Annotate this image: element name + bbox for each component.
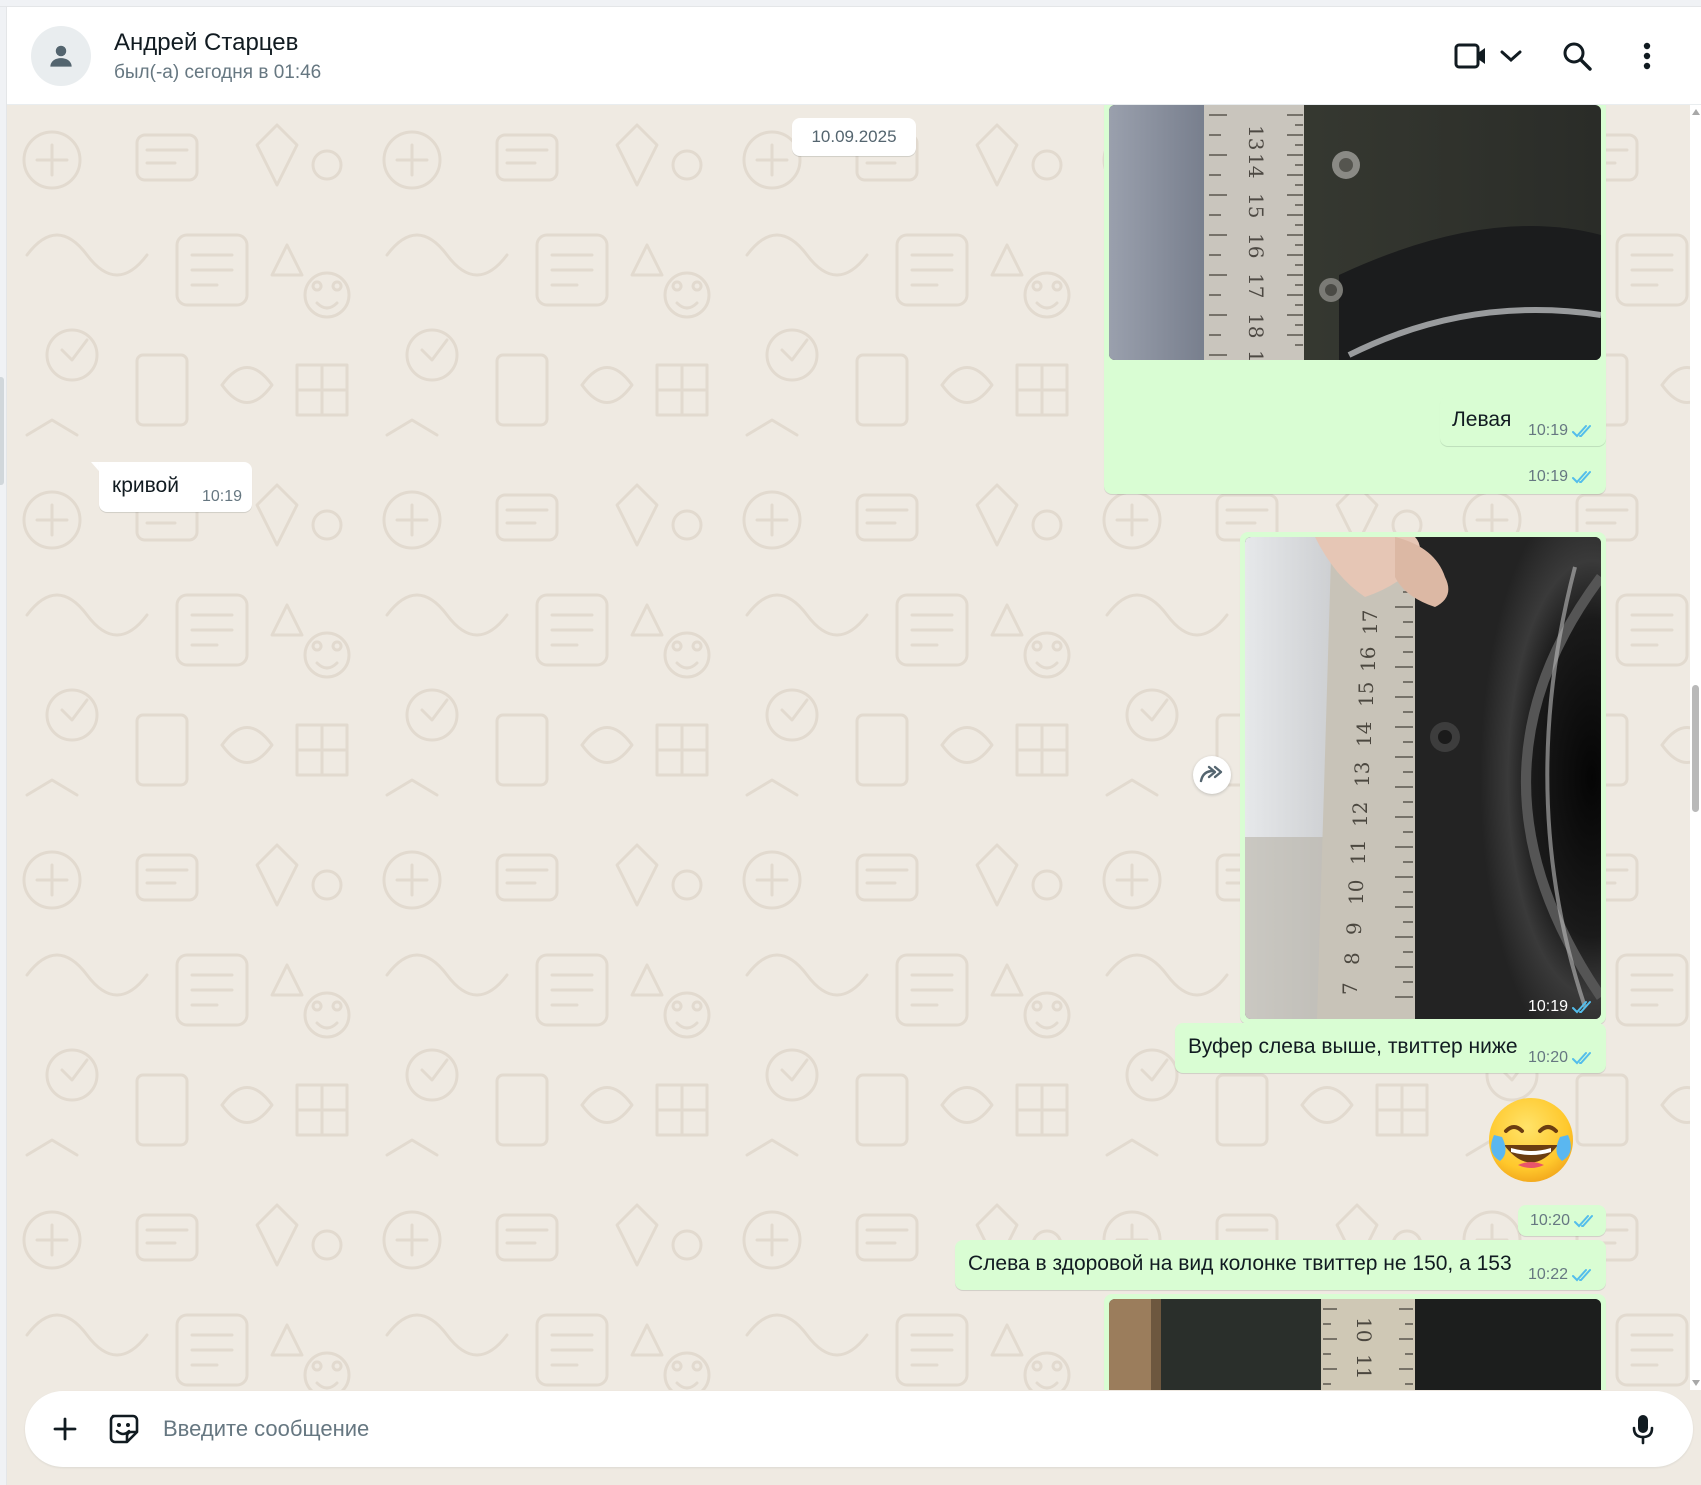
face-with-tears-of-joy-emoji[interactable] bbox=[1484, 1095, 1578, 1189]
contact-name[interactable]: Андрей Старцев bbox=[114, 29, 298, 57]
message-meta: 10:20 bbox=[1530, 1212, 1596, 1230]
message-meta: 10:22 bbox=[1528, 1266, 1594, 1284]
window-top-strip bbox=[0, 0, 1701, 7]
avatar[interactable] bbox=[31, 26, 91, 86]
plus-icon bbox=[53, 1417, 77, 1441]
chevron-down-icon bbox=[1500, 50, 1522, 63]
message-text: Слева в здоровой на вид колонке твиттер … bbox=[968, 1252, 1512, 1275]
read-receipt-icon bbox=[1572, 471, 1591, 484]
voice-message-button[interactable] bbox=[1623, 1409, 1663, 1449]
message-meta: 10:19 bbox=[1528, 422, 1594, 440]
search-button[interactable] bbox=[1556, 35, 1598, 77]
message-meta: 10:19 bbox=[1528, 468, 1594, 486]
svg-text:17: 17 bbox=[1244, 273, 1268, 298]
svg-text:19: 19 bbox=[1244, 350, 1268, 360]
outgoing-text-message[interactable]: Вуфер слева выше, твиттер ниже 10:20 bbox=[1175, 1023, 1606, 1073]
read-receipt-icon bbox=[1574, 1215, 1593, 1228]
read-receipt-icon bbox=[1572, 1001, 1591, 1014]
svg-text:14: 14 bbox=[1244, 153, 1268, 178]
photo-speaker-measurement-left[interactable]: 13 14 15 16 17 18 19 bbox=[1109, 105, 1601, 360]
photo-content: 13 14 15 16 17 18 19 bbox=[1109, 105, 1601, 360]
composer-box bbox=[25, 1391, 1693, 1467]
forward-button[interactable] bbox=[1193, 756, 1231, 794]
scrollbar-thumb[interactable] bbox=[1692, 685, 1699, 812]
svg-text:9: 9 bbox=[1342, 922, 1366, 935]
message-time: 10:20 bbox=[1529, 1212, 1570, 1229]
message-time: 10:19 bbox=[201, 488, 242, 505]
message-time: 10:19 bbox=[1527, 468, 1568, 485]
message-text: кривой bbox=[112, 474, 179, 497]
outgoing-text-message[interactable]: Слева в здоровой на вид колонке твиттер … bbox=[955, 1240, 1606, 1290]
svg-text:11: 11 bbox=[1346, 840, 1370, 865]
svg-text:10: 10 bbox=[1352, 1317, 1376, 1342]
sticker-icon bbox=[109, 1414, 139, 1444]
outgoing-photo-message[interactable]: 10 11 bbox=[1104, 1294, 1606, 1390]
message-time: 10:19 bbox=[1527, 998, 1568, 1015]
message-time: 10:22 bbox=[1527, 1266, 1568, 1283]
message-input[interactable] bbox=[163, 1411, 1543, 1447]
svg-text:16: 16 bbox=[1244, 233, 1268, 258]
left-panel-handle[interactable] bbox=[0, 377, 4, 485]
message-list[interactable]: 10.09.2025 13 14 15 16 17 18 10:19 Левая… bbox=[7, 105, 1690, 1390]
date-divider: 10.09.2025 bbox=[792, 118, 916, 156]
svg-text:18: 18 bbox=[1244, 313, 1268, 338]
video-call-button[interactable] bbox=[1449, 35, 1527, 77]
svg-text:13: 13 bbox=[1244, 125, 1268, 150]
message-meta: 10:19 bbox=[1528, 998, 1594, 1016]
read-receipt-icon bbox=[1572, 1052, 1591, 1065]
svg-text:13: 13 bbox=[1350, 762, 1374, 787]
photo-speaker-measurement-right[interactable]: 17 16 15 14 13 12 11 10 9 8 7 bbox=[1245, 537, 1601, 1019]
menu-button[interactable] bbox=[1631, 35, 1663, 77]
incoming-text-message[interactable]: кривой 10:19 bbox=[99, 462, 252, 512]
more-vert-icon bbox=[1643, 42, 1651, 70]
chat-scrollbar[interactable] bbox=[1690, 105, 1701, 1390]
svg-text:16: 16 bbox=[1356, 647, 1380, 672]
emoji-message-meta-chip: 10:20 bbox=[1518, 1205, 1606, 1236]
chat-header: Андрей Старцев был(-а) сегодня в 01:46 bbox=[7, 7, 1701, 105]
microphone-icon bbox=[1632, 1415, 1654, 1445]
forward-icon bbox=[1199, 765, 1223, 783]
read-receipt-icon bbox=[1572, 1269, 1591, 1282]
search-icon bbox=[1563, 42, 1592, 71]
left-panel-edge bbox=[0, 7, 7, 1485]
message-meta: 10:20 bbox=[1528, 1049, 1594, 1067]
photo-content: 10 11 bbox=[1109, 1299, 1601, 1390]
svg-text:7: 7 bbox=[1338, 982, 1362, 995]
svg-text:8: 8 bbox=[1340, 952, 1364, 965]
message-time: 10:19 bbox=[1527, 422, 1568, 439]
svg-text:11: 11 bbox=[1352, 1354, 1376, 1379]
message-text: Вуфер слева выше, твиттер ниже bbox=[1188, 1035, 1518, 1058]
message-time: 10:20 bbox=[1527, 1049, 1568, 1066]
outgoing-photo-message[interactable]: 17 16 15 14 13 12 11 10 9 8 7 10:19 bbox=[1240, 532, 1606, 1024]
photo-speaker-measurement-bottom[interactable]: 10 11 bbox=[1109, 1299, 1601, 1390]
svg-text:14: 14 bbox=[1352, 722, 1376, 747]
photo-content: 17 16 15 14 13 12 11 10 9 8 7 bbox=[1245, 537, 1601, 1019]
outgoing-text-message[interactable]: Левая 10:19 bbox=[1440, 396, 1606, 446]
attach-button[interactable] bbox=[45, 1409, 85, 1449]
person-icon bbox=[50, 45, 72, 67]
scroll-up-arrow[interactable] bbox=[1692, 109, 1700, 115]
svg-text:12: 12 bbox=[1348, 802, 1372, 827]
video-call-icon bbox=[1454, 43, 1485, 69]
read-receipt-icon bbox=[1572, 425, 1591, 438]
svg-text:17: 17 bbox=[1358, 610, 1382, 635]
svg-text:10: 10 bbox=[1344, 880, 1368, 905]
contact-last-seen: был(-а) сегодня в 01:46 bbox=[114, 62, 322, 83]
scroll-down-arrow[interactable] bbox=[1692, 1380, 1700, 1386]
message-text: Левая bbox=[1452, 408, 1512, 431]
svg-text:15: 15 bbox=[1354, 682, 1378, 707]
svg-text:15: 15 bbox=[1244, 193, 1268, 218]
composer-bar bbox=[7, 1390, 1701, 1485]
emoji-sticker-button[interactable] bbox=[104, 1409, 144, 1449]
